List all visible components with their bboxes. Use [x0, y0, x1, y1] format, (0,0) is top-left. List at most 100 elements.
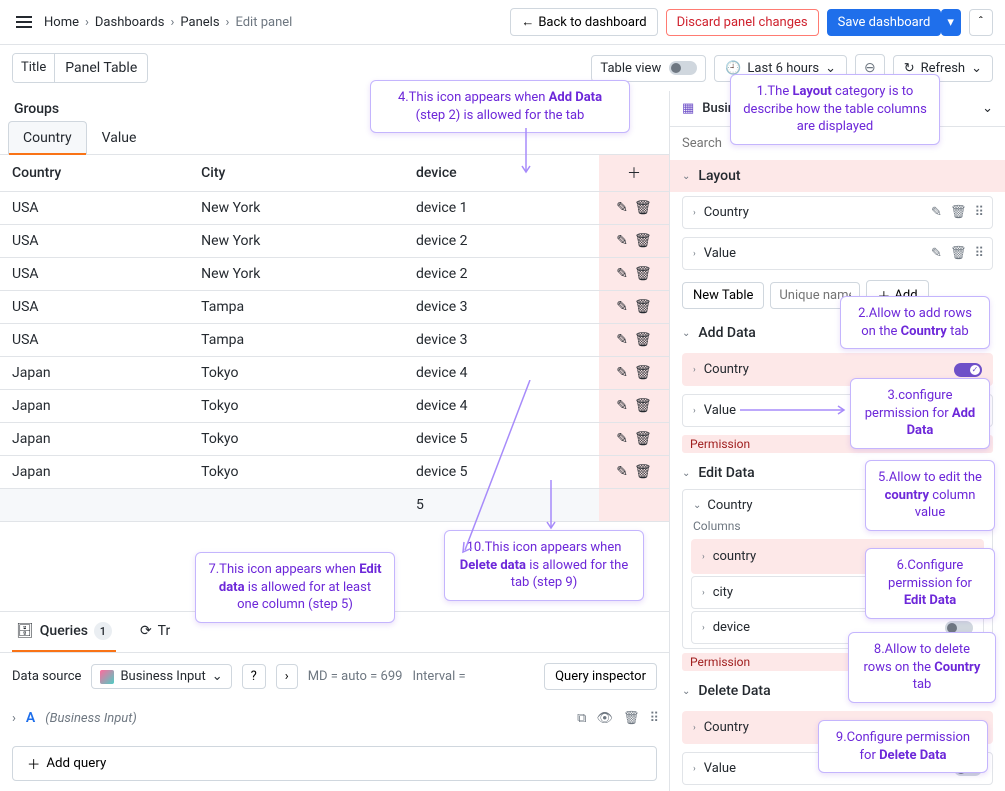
edit-row-icon[interactable]: ✎: [616, 266, 628, 282]
permission-chip-edit[interactable]: Permission: [682, 653, 993, 671]
cell-city: Tokyo: [189, 357, 404, 390]
table-row: Japan Tokyo device 4 ✎ 🗑: [0, 357, 669, 390]
chevron-right-icon: ›: [693, 208, 696, 218]
save-dropdown-button[interactable]: ▾: [941, 9, 961, 36]
edit-row-icon[interactable]: ✎: [616, 233, 628, 249]
table-view-toggle[interactable]: Table view: [591, 55, 706, 82]
breadcrumb-panels[interactable]: Panels: [180, 15, 219, 30]
delete-data-value[interactable]: › Value: [682, 752, 993, 785]
delete-row-icon[interactable]: 🗑: [634, 398, 652, 414]
add-data-value-toggle[interactable]: [954, 404, 982, 418]
add-query-button[interactable]: ＋ Add query: [12, 746, 657, 781]
edit-icon[interactable]: ✎: [931, 246, 942, 261]
tab-country[interactable]: Country: [8, 121, 87, 154]
chevron-down-icon[interactable]: ⌄: [982, 101, 993, 116]
breadcrumb-dashboards[interactable]: Dashboards: [95, 15, 165, 30]
queries-tab[interactable]: 🗄 Queries 1: [12, 612, 116, 652]
groups-tabs: Country Value: [0, 121, 669, 155]
unique-name-input[interactable]: [770, 282, 860, 309]
trash-icon[interactable]: 🗑: [623, 711, 640, 726]
delete-row-icon[interactable]: 🗑: [634, 464, 652, 480]
time-range-button[interactable]: 🕘 Last 6 hours ⌄: [714, 55, 847, 82]
delete-data-country-toggle[interactable]: [954, 721, 982, 735]
cell-device: device 5: [404, 456, 599, 489]
drag-icon[interactable]: ⠿: [974, 205, 982, 220]
edit-row-icon[interactable]: ✎: [616, 332, 628, 348]
add-data-country-toggle[interactable]: [954, 363, 982, 377]
delete-data-section-header[interactable]: ⌄ Delete Data: [670, 675, 1005, 707]
cell-city: Tampa: [189, 324, 404, 357]
caret-down-icon: ⌄: [682, 171, 690, 182]
delete-row-icon[interactable]: 🗑: [634, 332, 652, 348]
title-label: Title: [13, 54, 54, 82]
col-device[interactable]: device: [404, 155, 599, 192]
menu-icon[interactable]: [12, 12, 36, 32]
chevron-right-icon[interactable]: ›: [12, 711, 16, 726]
edit-row-icon[interactable]: ✎: [616, 365, 628, 381]
cell-device: device 2: [404, 258, 599, 291]
back-to-dashboard-button[interactable]: ← Back to dashboard: [510, 8, 657, 36]
drag-icon[interactable]: ⠿: [649, 711, 657, 726]
save-dashboard-button[interactable]: Save dashboard: [827, 9, 942, 36]
panel-type[interactable]: Business Table: [702, 101, 974, 116]
edit-row-icon[interactable]: ✎: [616, 431, 628, 447]
col-country[interactable]: Country: [0, 155, 189, 192]
edit-row-icon[interactable]: ✎: [616, 200, 628, 216]
query-inspector-button[interactable]: Query inspector: [544, 663, 657, 690]
edit-row-icon[interactable]: ✎: [616, 464, 628, 480]
edit-col-country-toggle[interactable]: [897, 550, 925, 564]
edit-row-icon[interactable]: ✎: [616, 299, 628, 315]
layout-item-country[interactable]: › Country ✎ 🗑 ⠿: [682, 196, 993, 229]
add-table-button[interactable]: ＋ Add: [866, 280, 928, 311]
table-view-switch[interactable]: [669, 61, 697, 75]
delete-data-country[interactable]: › Country: [682, 711, 993, 744]
add-data-value[interactable]: › Value: [682, 394, 993, 427]
delete-row-icon[interactable]: 🗑: [634, 365, 652, 381]
trash-icon[interactable]: 🗑: [950, 205, 967, 220]
datasource-select[interactable]: Business Input ⌄: [91, 664, 231, 689]
datasource-help-button[interactable]: ?: [242, 664, 266, 689]
transformations-tab[interactable]: ⟳ Tr: [136, 613, 174, 651]
breadcrumb-home[interactable]: Home: [44, 15, 79, 30]
collapse-panel-button[interactable]: ˆ: [969, 9, 993, 36]
refresh-icon: ↻: [904, 61, 915, 76]
delete-data-value-toggle[interactable]: [954, 762, 982, 776]
discard-changes-button[interactable]: Discard panel changes: [666, 9, 819, 36]
breadcrumb: Home › Dashboards › Panels › Edit panel: [44, 15, 502, 30]
tab-value[interactable]: Value: [87, 121, 152, 154]
datasource-next-button[interactable]: ›: [276, 664, 298, 689]
search-input[interactable]: [682, 133, 993, 154]
edit-col-city[interactable]: › city: [691, 576, 984, 609]
new-table-button[interactable]: New Table: [682, 282, 764, 309]
col-city[interactable]: City: [189, 155, 404, 192]
eye-icon[interactable]: 👁: [596, 711, 613, 726]
title-input[interactable]: Panel Table: [54, 54, 147, 82]
refresh-button[interactable]: ↻ Refresh ⌄: [893, 55, 993, 82]
drag-icon[interactable]: ⠿: [974, 246, 982, 261]
layout-item-value[interactable]: › Value ✎ 🗑 ⠿: [682, 237, 993, 270]
delete-row-icon[interactable]: 🗑: [634, 299, 652, 315]
layout-section-header[interactable]: ⌄ Layout: [670, 160, 1005, 192]
string-badge: string: [933, 548, 973, 565]
copy-icon[interactable]: ⧉: [577, 711, 586, 726]
add-data-section-header[interactable]: ⌄ Add Data: [670, 317, 1005, 349]
delete-row-icon[interactable]: 🗑: [634, 266, 652, 282]
delete-row-icon[interactable]: 🗑: [634, 431, 652, 447]
edit-col-device-toggle[interactable]: [945, 621, 973, 635]
edit-col-city-toggle[interactable]: [945, 586, 973, 600]
zoom-out-button[interactable]: ⊖: [855, 54, 885, 82]
add-data-country[interactable]: › Country: [682, 353, 993, 386]
edit-icon[interactable]: ✎: [931, 205, 942, 220]
permission-chip-add[interactable]: Permission: [682, 435, 993, 453]
edit-col-device[interactable]: › device: [691, 611, 984, 644]
edit-data-country-header[interactable]: Country: [707, 498, 752, 513]
delete-row-icon[interactable]: 🗑: [634, 200, 652, 216]
edit-data-section-header[interactable]: ⌄ Edit Data: [670, 457, 1005, 489]
add-row-button[interactable]: ＋: [599, 155, 669, 192]
trash-icon[interactable]: 🗑: [950, 246, 967, 261]
delete-row-icon[interactable]: 🗑: [634, 233, 652, 249]
edit-col-country[interactable]: › country string: [691, 539, 984, 574]
plus-icon: ＋: [627, 166, 641, 182]
table-row: Japan Tokyo device 5 ✎ 🗑: [0, 423, 669, 456]
edit-row-icon[interactable]: ✎: [616, 398, 628, 414]
